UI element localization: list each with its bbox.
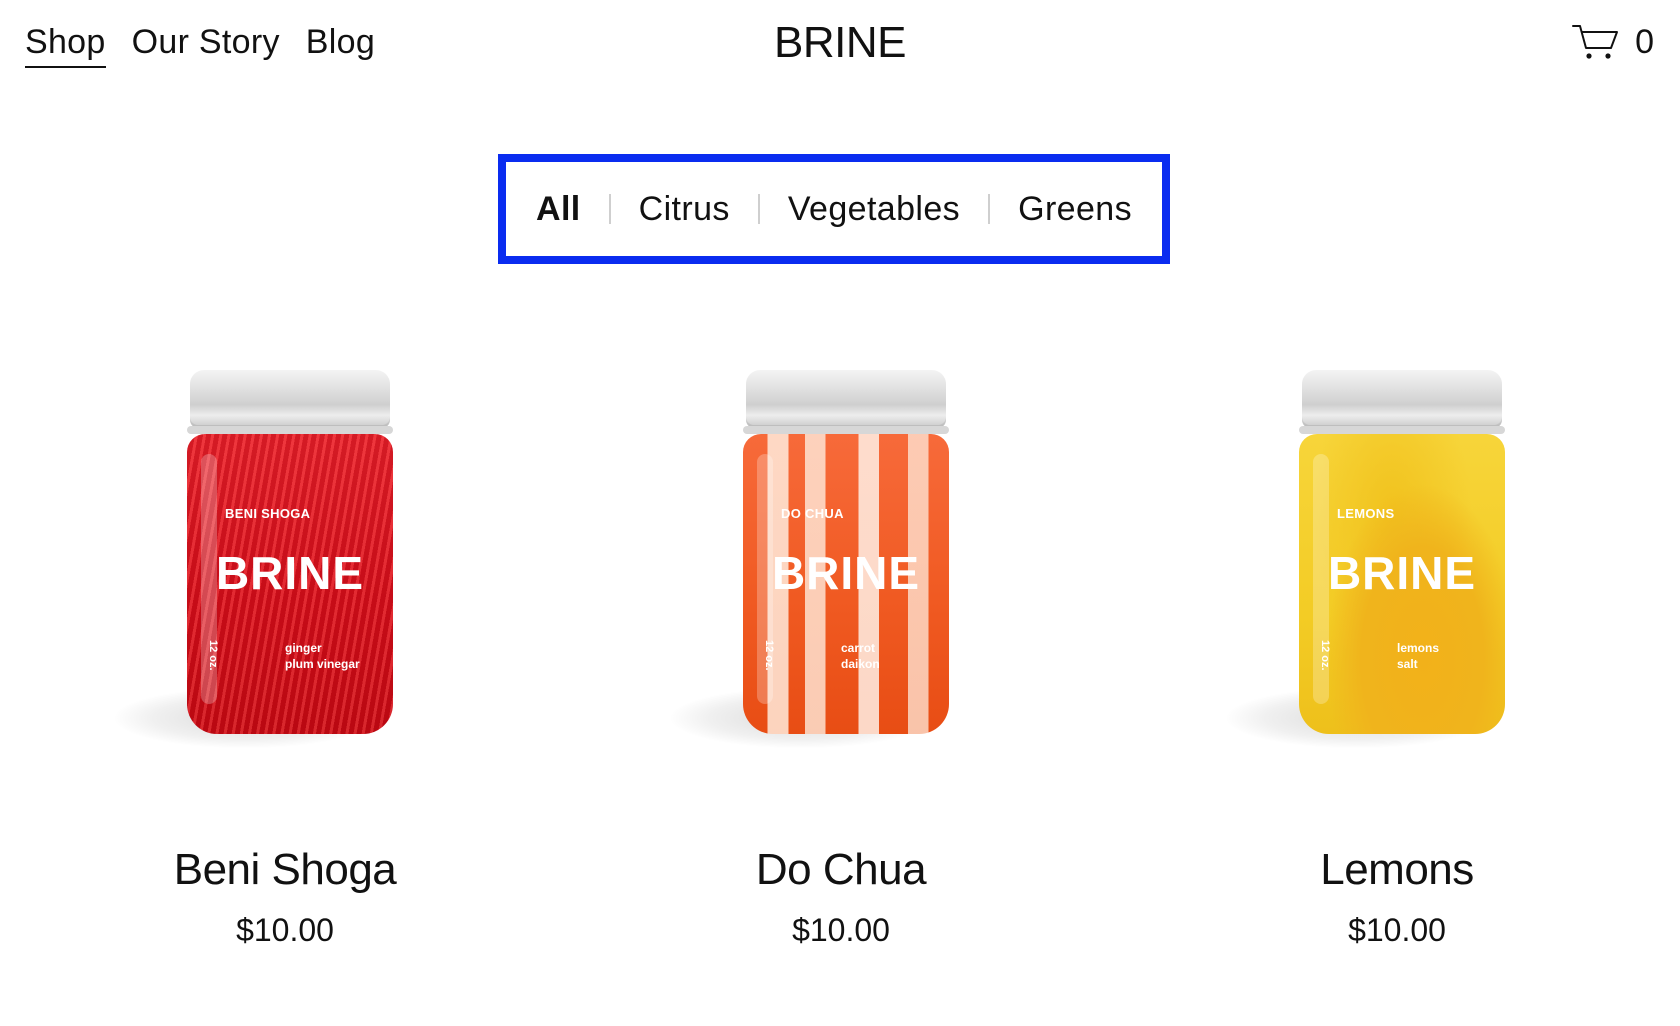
jar-lid-rim	[1299, 426, 1505, 434]
jar-label-title: DO CHUA	[781, 506, 844, 521]
jar-ingredient: ginger	[285, 641, 322, 655]
jar-label-size: 12 oz.	[763, 640, 775, 671]
jar-label-ingredients: lemons salt	[1397, 640, 1439, 672]
jar-ingredient: daikon	[841, 657, 880, 671]
jar-ingredient: salt	[1397, 657, 1418, 671]
product-price: $10.00	[792, 912, 890, 948]
nav-our-story-link[interactable]: Our Story	[132, 20, 280, 68]
category-all[interactable]: All	[536, 190, 581, 229]
product-price: $10.00	[1348, 912, 1446, 948]
jar-label-brand: BRINE	[771, 547, 921, 599]
jar-label-brand: BRINE	[1327, 547, 1477, 599]
category-filter: All Citrus Vegetables Greens	[498, 154, 1170, 264]
jar-illustration: DO CHUA BRINE 12 oz. carrot daikon	[741, 370, 951, 734]
site-header: Shop Our Story Blog BRINE 0	[0, 0, 1680, 100]
jar-label-title: BENI SHOGA	[225, 506, 311, 521]
jar-body: DO CHUA BRINE 12 oz. carrot daikon	[743, 434, 949, 734]
jar-lid-rim	[187, 426, 393, 434]
product-card-lemons[interactable]: LEMONS BRINE 12 oz. lemons salt Lemons $…	[1187, 370, 1607, 950]
category-divider	[988, 194, 991, 224]
jar-lid	[746, 370, 946, 428]
jar-ingredient: plum vinegar	[285, 657, 360, 671]
jar-label-size: 12 oz.	[207, 640, 219, 671]
jar-label-ingredients: carrot daikon	[841, 640, 880, 672]
jar-label-size: 12 oz.	[1319, 640, 1331, 671]
product-card-beni-shoga[interactable]: BENI SHOGA BRINE 12 oz. ginger plum vine…	[75, 370, 495, 950]
product-image[interactable]: LEMONS BRINE 12 oz. lemons salt	[1187, 370, 1607, 770]
jar-lid-rim	[743, 426, 949, 434]
jar-illustration: LEMONS BRINE 12 oz. lemons salt	[1297, 370, 1507, 734]
cart-count: 0	[1635, 23, 1654, 61]
product-card-do-chua[interactable]: DO CHUA BRINE 12 oz. carrot daikon Do Ch…	[631, 370, 1051, 950]
nav-shop-link[interactable]: Shop	[25, 20, 106, 68]
jar-label-ingredients: ginger plum vinegar	[285, 640, 360, 672]
category-greens[interactable]: Greens	[1018, 190, 1132, 229]
product-image[interactable]: BENI SHOGA BRINE 12 oz. ginger plum vine…	[75, 370, 495, 770]
category-divider	[757, 194, 760, 224]
jar-body: LEMONS BRINE 12 oz. lemons salt	[1299, 434, 1505, 734]
jar-lid	[1302, 370, 1502, 428]
category-vegetables[interactable]: Vegetables	[788, 190, 960, 229]
jar-lid	[190, 370, 390, 428]
cart-button[interactable]: 0	[1571, 20, 1654, 64]
product-price: $10.00	[236, 912, 334, 948]
jar-body: BENI SHOGA BRINE 12 oz. ginger plum vine…	[187, 434, 393, 734]
cart-icon	[1571, 22, 1621, 62]
product-image[interactable]: DO CHUA BRINE 12 oz. carrot daikon	[631, 370, 1051, 770]
category-divider	[608, 194, 611, 224]
category-citrus[interactable]: Citrus	[639, 190, 730, 229]
nav-blog-link[interactable]: Blog	[306, 20, 375, 68]
jar-illustration: BENI SHOGA BRINE 12 oz. ginger plum vine…	[185, 370, 395, 734]
product-name[interactable]: Do Chua	[631, 844, 1051, 896]
jar-ingredient: lemons	[1397, 641, 1440, 655]
jar-ingredient: carrot	[841, 641, 876, 655]
product-name[interactable]: Beni Shoga	[75, 844, 495, 896]
jar-label-title: LEMONS	[1337, 506, 1395, 521]
jar-label-brand: BRINE	[215, 547, 365, 599]
product-name[interactable]: Lemons	[1187, 844, 1607, 896]
site-logo[interactable]: BRINE	[774, 18, 906, 67]
main-nav: Shop Our Story Blog	[25, 20, 375, 68]
